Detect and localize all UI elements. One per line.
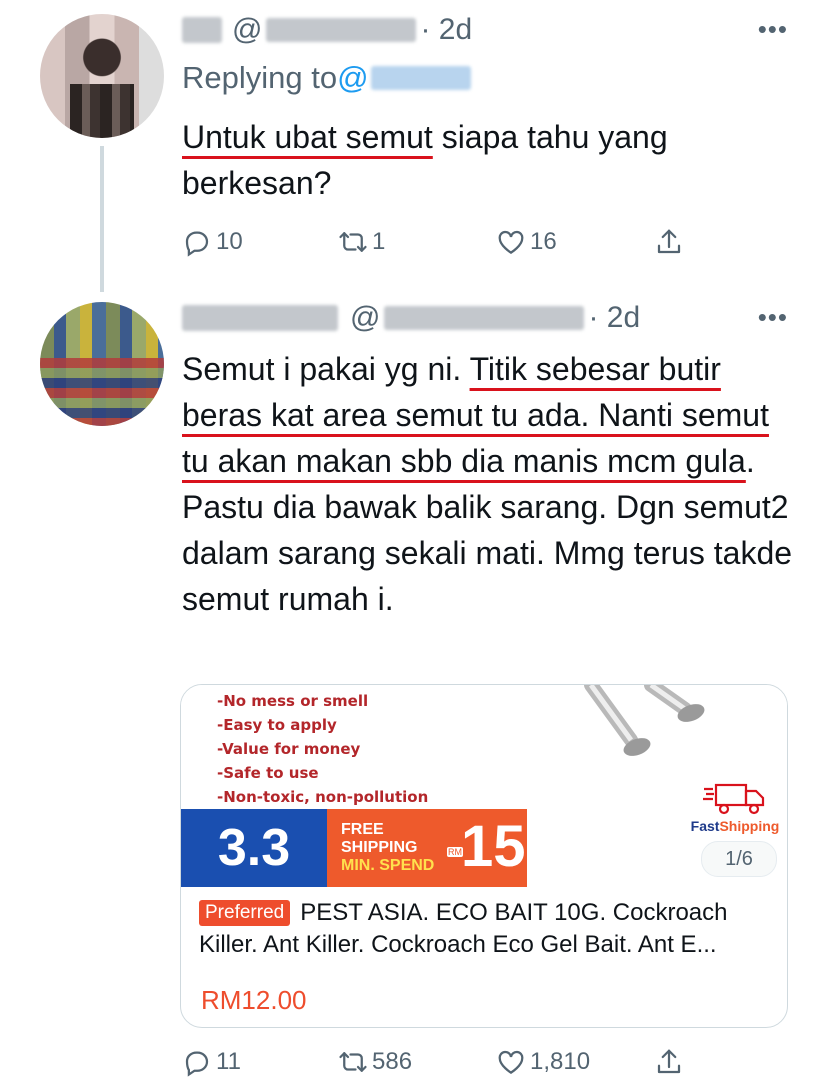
tweet-text: Untuk ubat semut siapa tahu yang berkesa… bbox=[182, 114, 782, 206]
retweet-icon bbox=[339, 232, 367, 252]
tweet-text: Semut i pakai yg ni. Titik sebesar butir… bbox=[182, 346, 802, 622]
replying-label: Replying to bbox=[182, 60, 338, 95]
tweet-text-part1: Semut i pakai yg ni. bbox=[182, 351, 470, 387]
preferred-badge: Preferred bbox=[199, 900, 291, 926]
username-blurred[interactable] bbox=[182, 305, 338, 331]
feature-item: -Safe to use bbox=[217, 764, 319, 782]
replying-handle[interactable]: @ bbox=[337, 60, 368, 96]
fast-label-b: Shipping bbox=[719, 818, 780, 834]
replying-handle-blurred[interactable] bbox=[370, 66, 471, 90]
promo-banner: 3.3 FREE SHIPPING MIN. SPEND RM 15 bbox=[181, 809, 527, 887]
fast-label-a: Fast bbox=[690, 818, 720, 834]
banner-free: FREE bbox=[341, 821, 384, 838]
feature-item: -No mess or smell bbox=[217, 692, 369, 710]
product-title: Preferred PEST ASIA. ECO BAIT 10G. Cockro… bbox=[199, 897, 771, 961]
like-icon bbox=[498, 230, 524, 254]
handle-blurred[interactable] bbox=[266, 18, 417, 42]
feature-list: -No mess or smell -Easy to apply -Value … bbox=[217, 689, 428, 809]
like-count: 16 bbox=[530, 228, 557, 255]
avatar[interactable] bbox=[40, 14, 164, 138]
share-button[interactable] bbox=[654, 227, 684, 257]
fast-shipping-badge: FastShipping bbox=[687, 781, 783, 834]
reply-icon bbox=[185, 231, 209, 257]
feature-item: -Non-toxic, non-pollution bbox=[217, 788, 429, 806]
banner-shipping: SHIPPING bbox=[341, 839, 418, 856]
like-button[interactable]: 16 bbox=[496, 227, 557, 257]
image-pager: 1/6 bbox=[701, 841, 777, 877]
retweet-button[interactable]: 1 bbox=[338, 227, 385, 257]
avatar[interactable] bbox=[40, 302, 164, 426]
like-button[interactable]: 1,810 bbox=[496, 1047, 590, 1077]
banner-amount: 15 bbox=[461, 814, 526, 879]
reply-button[interactable]: 11 bbox=[182, 1047, 241, 1077]
thread-line bbox=[100, 146, 104, 292]
reply-count: 10 bbox=[216, 228, 243, 255]
product-price: RM12.00 bbox=[201, 985, 307, 1015]
tweet-header: @ · 2d bbox=[182, 12, 472, 48]
banner-min-spend: MIN. SPEND bbox=[341, 857, 435, 874]
tweet-header: @ · 2d bbox=[182, 300, 640, 336]
retweet-count: 586 bbox=[372, 1048, 413, 1075]
handle-prefix[interactable]: @ bbox=[350, 301, 380, 335]
replying-to: Replying to @ bbox=[182, 60, 471, 96]
banner-free-shipping: FREE SHIPPING MIN. SPEND RM 15 bbox=[327, 809, 527, 887]
feature-item: -Easy to apply bbox=[217, 716, 337, 734]
tweet-actions: 11 586 1,810 bbox=[182, 1044, 702, 1080]
like-count: 1,810 bbox=[530, 1048, 591, 1075]
tweet-time[interactable]: · 2d bbox=[420, 13, 472, 47]
share-icon bbox=[657, 1049, 681, 1074]
retweet-button[interactable]: 586 bbox=[338, 1047, 412, 1077]
more-icon[interactable]: ••• bbox=[758, 302, 788, 333]
card-body: Preferred PEST ASIA. ECO BAIT 10G. Cockro… bbox=[199, 897, 771, 961]
reply-count: 11 bbox=[216, 1048, 241, 1075]
reply-icon bbox=[185, 1051, 209, 1077]
product-image[interactable]: -No mess or smell -Easy to apply -Value … bbox=[181, 685, 787, 887]
share-button[interactable] bbox=[654, 1047, 684, 1077]
more-icon[interactable]: ••• bbox=[758, 14, 788, 45]
tweet-actions: 10 1 16 bbox=[182, 224, 702, 260]
banner-date: 3.3 bbox=[181, 809, 327, 887]
retweet-icon bbox=[339, 1052, 367, 1072]
handle-prefix[interactable]: @ bbox=[232, 13, 262, 47]
underlined-text: Untuk ubat semut bbox=[182, 119, 433, 155]
reply-button[interactable]: 10 bbox=[182, 227, 243, 257]
handle-blurred[interactable] bbox=[384, 306, 585, 330]
share-icon bbox=[657, 229, 681, 254]
product-card[interactable]: -No mess or smell -Easy to apply -Value … bbox=[180, 684, 788, 1028]
tweet-time[interactable]: · 2d bbox=[588, 301, 640, 335]
truck-icon bbox=[703, 783, 765, 815]
bait-tubes-image bbox=[584, 685, 705, 756]
retweet-count: 1 bbox=[372, 228, 386, 255]
like-icon bbox=[498, 1050, 524, 1074]
username-blurred[interactable] bbox=[182, 17, 222, 43]
feature-item: -Value for money bbox=[217, 740, 361, 758]
